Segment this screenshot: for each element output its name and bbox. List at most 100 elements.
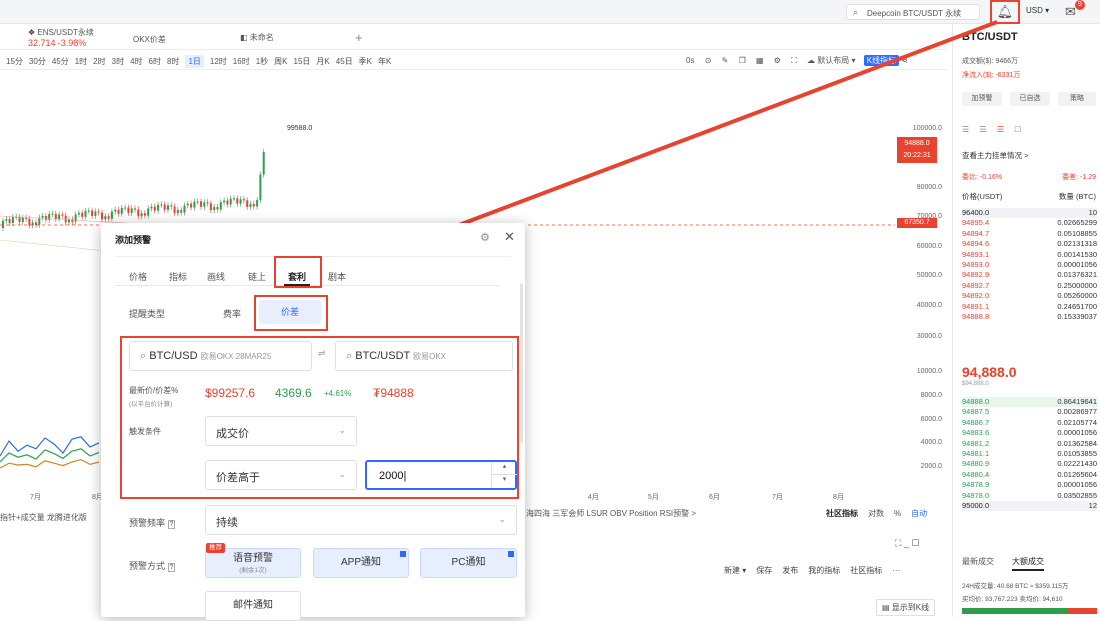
strategy-button[interactable]: 策略 [1058,92,1096,106]
interval-10[interactable]: 12时 [210,56,227,67]
interval-17[interactable]: 季K [359,56,372,67]
ask-row[interactable]: 94892.7 0.25000000 [962,281,1097,291]
tab-unnamed[interactable]: ◧ 未命名 [240,32,274,43]
ask-row[interactable]: 94894.7 0.05108855 [962,229,1097,239]
interval-8[interactable]: 8时 [167,56,179,67]
bid-row[interactable]: 94881.1 0.01053855 [962,449,1097,459]
frequency-select[interactable]: 持续 ⌄ [205,505,517,535]
indicator-action-4[interactable]: 社区指标 [850,566,882,575]
interval-12[interactable]: 1秒 [256,56,268,67]
view-both-icon[interactable]: ☰ [962,125,969,134]
bid-row[interactable]: 94880.4 0.01265604 [962,470,1097,480]
kline-indicator-button[interactable]: K线指标 [863,55,900,66]
help-icon[interactable]: ? [167,563,176,572]
view-asks-icon[interactable]: ☰ [997,125,1004,134]
interval-14[interactable]: 15日 [294,56,311,67]
interval-18[interactable]: 年K [378,56,391,67]
indicator-action-0[interactable]: 新建 ▾ [724,566,746,575]
tab-ens-usdt[interactable]: ❖ ENS/USDT永续 32.714 -3.98% [28,27,94,48]
gear-icon[interactable]: ⚙ [774,56,781,65]
close-icon[interactable]: ✕ [504,229,515,245]
copy-icon[interactable]: ❐ [739,56,746,65]
share-icon[interactable]: ⋖ [901,56,908,65]
watchlist-button[interactable]: 已自选 [1010,92,1050,106]
fullscreen-icon[interactable]: ⛶ [791,56,797,65]
alert-tab-1[interactable]: 指标 [169,270,187,283]
alert-tab-0[interactable]: 价格 [129,270,147,283]
pair-left-input[interactable]: ⌕ BTC/USD 欧易OKX 28MAR25 [129,341,312,371]
bid-row[interactable]: 94886.7 0.02105774 [962,418,1097,428]
view-bids-icon[interactable]: ☰ [979,125,986,134]
indicator-action-2[interactable]: 发布 [782,566,798,575]
interval-16[interactable]: 45日 [336,56,353,67]
bottom-tool-3[interactable]: 自动 [911,509,927,518]
interval-2[interactable]: 45分 [52,56,69,67]
interval-4[interactable]: 2时 [93,56,105,67]
tab-latest-trades[interactable]: 最新成交 [962,556,994,567]
interval-3[interactable]: 1时 [75,56,87,67]
ask-row[interactable]: 94893.1 0.00141530 [962,250,1097,260]
ask-row[interactable]: 96400.0 10 [962,208,1097,219]
interval-6[interactable]: 4时 [130,56,142,67]
interval-15[interactable]: 月K [316,56,329,67]
swap-icon[interactable]: ⇌ [318,348,326,359]
ask-row[interactable]: 94893.0 0.00001056 [962,260,1097,270]
bottom-tool-1[interactable]: 对数 [868,509,884,518]
interval-1[interactable]: 30分 [29,56,46,67]
decrement-button[interactable]: ▾ [491,475,517,488]
bid-row[interactable]: 95000.0 12 [962,501,1097,512]
indicator-action-1[interactable]: 保存 [756,566,772,575]
layout-select[interactable]: 默认布局 [817,56,849,65]
messages-button[interactable]: ✉ 9 [1065,0,1085,20]
app-notify-option[interactable]: APP通知 [313,548,409,578]
type-rate-option[interactable]: 费率 [223,307,241,320]
interval-9[interactable]: 1日 [185,55,204,68]
trigger-select[interactable]: 成交价 ⌄ [205,416,357,446]
interval-5[interactable]: 3时 [112,56,124,67]
bottom-tool-0[interactable]: 社区指标 [826,509,858,518]
maximize-icon[interactable]: ☐ [911,538,919,548]
bid-row[interactable]: 94883.6 0.00001056 [962,428,1097,438]
threshold-input[interactable]: 2000| ▴ ▾ [365,460,517,490]
interval-13[interactable]: 周K [274,56,287,67]
alert-tab-2[interactable]: 画线 [207,270,225,283]
ask-row[interactable]: 94894.6 0.02131318 [962,239,1097,249]
alert-tab-5[interactable]: 剧本 [328,270,346,283]
ask-row[interactable]: 94891.1 0.24651700 [962,302,1097,312]
cloud-icon[interactable]: ☁ [807,56,815,65]
depth-icon[interactable]: ☐ [1014,125,1021,134]
global-search[interactable]: ⌕ Deepcoin BTC/USDT 永续 [846,4,980,20]
ask-row[interactable]: 94895.4 0.02665299 [962,218,1097,228]
ticker-toggle[interactable]: 0s [686,56,694,65]
condition-select[interactable]: 价差高于 ⌄ [205,460,357,490]
indicator-action-3[interactable]: 我的指标 [808,566,840,575]
pc-notify-option[interactable]: PC通知 [420,548,517,578]
indicator-action-5[interactable]: ··· [892,566,900,575]
bid-row[interactable]: 94880.9 0.02221430 [962,459,1097,469]
bid-row[interactable]: 94878.9 0.00001056 [962,480,1097,490]
dialog-scrollbar[interactable] [520,283,523,443]
alert-tab-3[interactable]: 链上 [248,270,266,283]
ask-row[interactable]: 94888.8 0.15339037 [962,312,1097,322]
voice-alert-option[interactable]: 推荐 语音预警 (剩余1次) [205,543,301,578]
pencil-icon[interactable]: ✎ [722,56,729,65]
camera-icon[interactable]: ⊙ [705,56,712,65]
add-alert-button[interactable]: 加预警 [962,92,1002,106]
bid-row[interactable]: 94888.0 0.86419641 [962,397,1097,408]
help-icon[interactable]: ? [167,520,176,529]
settings-icon[interactable]: ⚙ [480,231,490,244]
tab-okx-spread[interactable]: OKX价差 [133,34,166,45]
show-kline-button[interactable]: ▤ 显示到K线 [876,599,936,616]
currency-select[interactable]: USD ▾ [1026,6,1049,15]
add-tab-button[interactable]: + [355,30,363,45]
interval-7[interactable]: 6时 [149,56,161,67]
interval-11[interactable]: 16时 [233,56,250,67]
chart-settings-icon[interactable]: ▦ [756,56,764,65]
bid-row[interactable]: 94887.5 0.00286977 [962,407,1097,417]
tab-large-trades[interactable]: 大额成交 [1012,556,1044,571]
minimize-panel-icon[interactable]: ⛶ [895,538,901,548]
increment-button[interactable]: ▴ [491,462,517,475]
bottom-indicators[interactable]: 海四海 三军会师 LSUR OBV Position RSI预警 > [526,509,696,518]
big-orders-link[interactable]: 查看主力挂单情况 > [962,150,1028,161]
ask-row[interactable]: 94892.0 0.05260000 [962,291,1097,301]
